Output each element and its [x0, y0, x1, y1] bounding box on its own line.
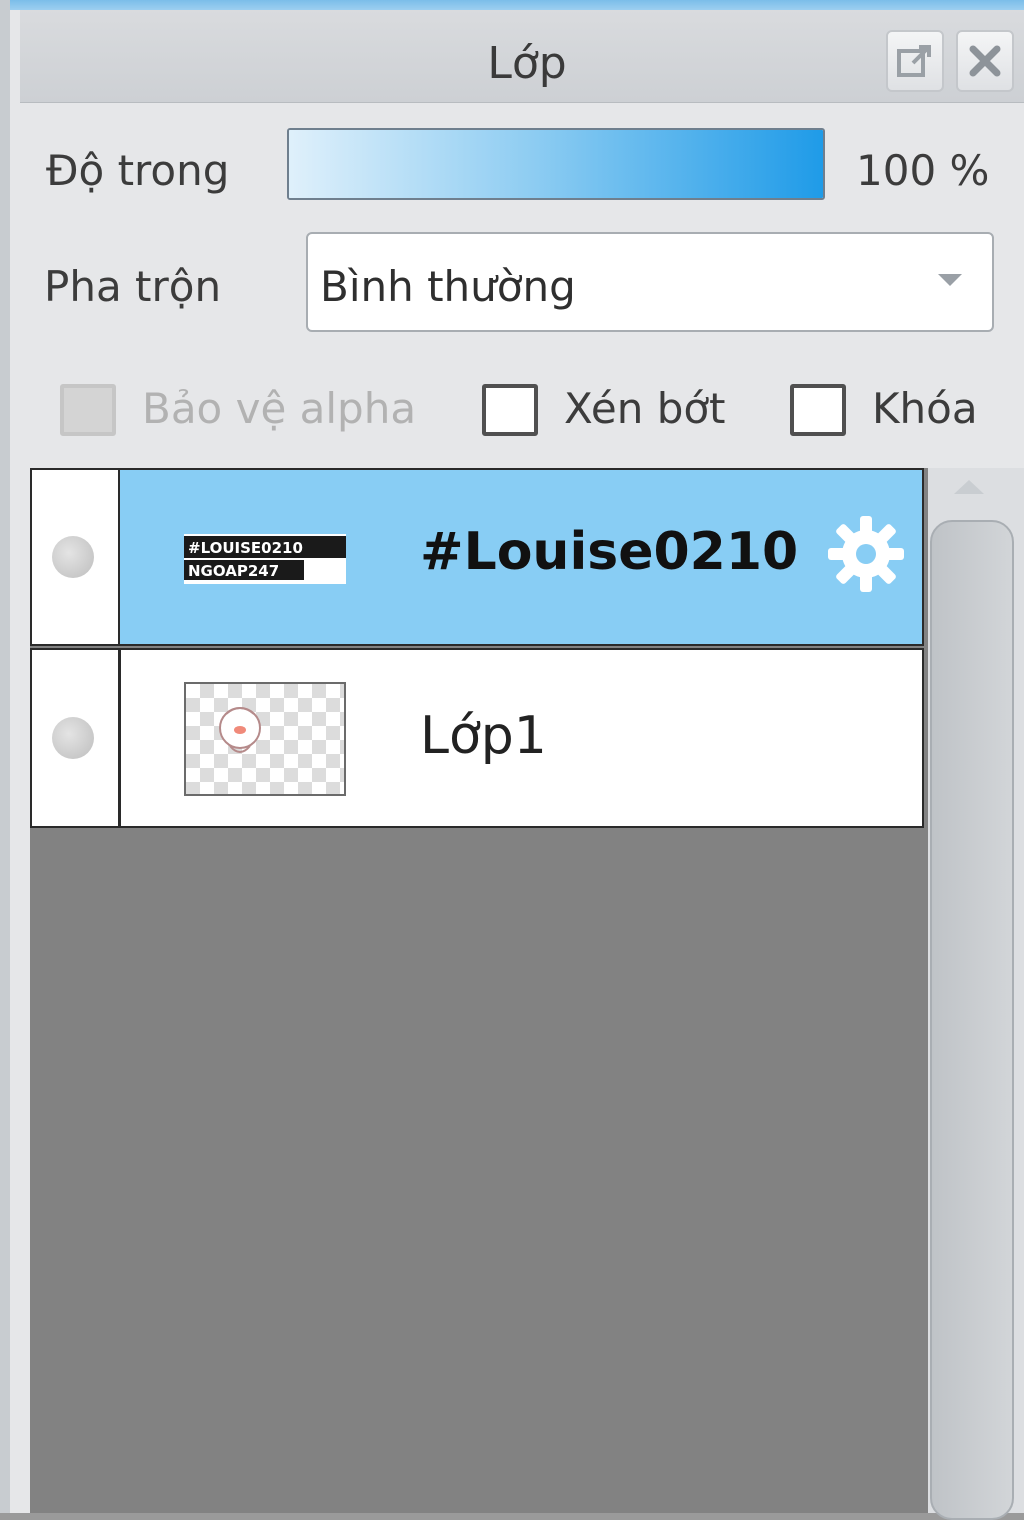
- layer-item[interactable]: Lớp1: [120, 650, 922, 826]
- layer-row[interactable]: Lớp1: [30, 648, 924, 828]
- lock-checkbox[interactable]: [790, 384, 846, 436]
- protect-alpha-label: Bảo vệ alpha: [142, 384, 417, 433]
- layer-list-scrollbar[interactable]: [928, 468, 1024, 1520]
- layer-name: #Louise0210: [420, 522, 799, 582]
- panel-title: Lớp: [487, 38, 567, 89]
- clip-checkbox[interactable]: [482, 384, 538, 436]
- opacity-slider[interactable]: [287, 128, 825, 200]
- lock-label: Khóa: [872, 384, 978, 433]
- layer-list: #LOUISE0210 NGOAP247 #Louise0210 Lớp1: [30, 468, 928, 1513]
- opacity-value: 100 %: [856, 146, 990, 195]
- layer-thumbnail: #LOUISE0210 NGOAP247: [184, 534, 346, 584]
- layer-panel: Lớp Độ trong 100 % Pha trộn Bình thường …: [0, 0, 1024, 1520]
- gear-icon[interactable]: [824, 512, 908, 596]
- character-sketch-icon: [219, 707, 261, 753]
- visibility-toggle[interactable]: [32, 650, 121, 826]
- gear-icon-graphic: [828, 516, 904, 592]
- visibility-dot-icon: [52, 536, 94, 578]
- scrollbar-thumb[interactable]: [930, 520, 1014, 1520]
- chevron-down-icon: [938, 274, 962, 286]
- panel-titlebar: Lớp: [20, 10, 1024, 103]
- opacity-slider-fill: [289, 130, 823, 198]
- blend-mode-select[interactable]: Bình thường: [306, 232, 994, 332]
- layer-item[interactable]: #LOUISE0210 NGOAP247 #Louise0210: [120, 470, 922, 644]
- blend-mode-label: Pha trộn: [44, 262, 222, 311]
- visibility-dot-icon: [52, 717, 94, 759]
- thumbnail-text: NGOAP247: [188, 562, 279, 580]
- layer-thumbnail: [184, 682, 346, 796]
- opacity-label: Độ trong: [46, 146, 230, 195]
- window-top-border: [10, 0, 1024, 10]
- blend-mode-value: Bình thường: [320, 262, 576, 311]
- close-icon: [969, 45, 1001, 77]
- clip-label: Xén bớt: [564, 384, 726, 433]
- close-button[interactable]: [956, 30, 1014, 92]
- layer-row-selected[interactable]: #LOUISE0210 NGOAP247 #Louise0210: [30, 468, 924, 646]
- thumbnail-text: #LOUISE0210: [188, 539, 303, 557]
- layer-name: Lớp1: [420, 706, 547, 766]
- popout-icon: [897, 45, 931, 77]
- popout-button[interactable]: [886, 30, 944, 92]
- scroll-up-arrow-icon[interactable]: [954, 480, 984, 494]
- visibility-toggle[interactable]: [32, 470, 121, 644]
- protect-alpha-checkbox[interactable]: [60, 384, 116, 436]
